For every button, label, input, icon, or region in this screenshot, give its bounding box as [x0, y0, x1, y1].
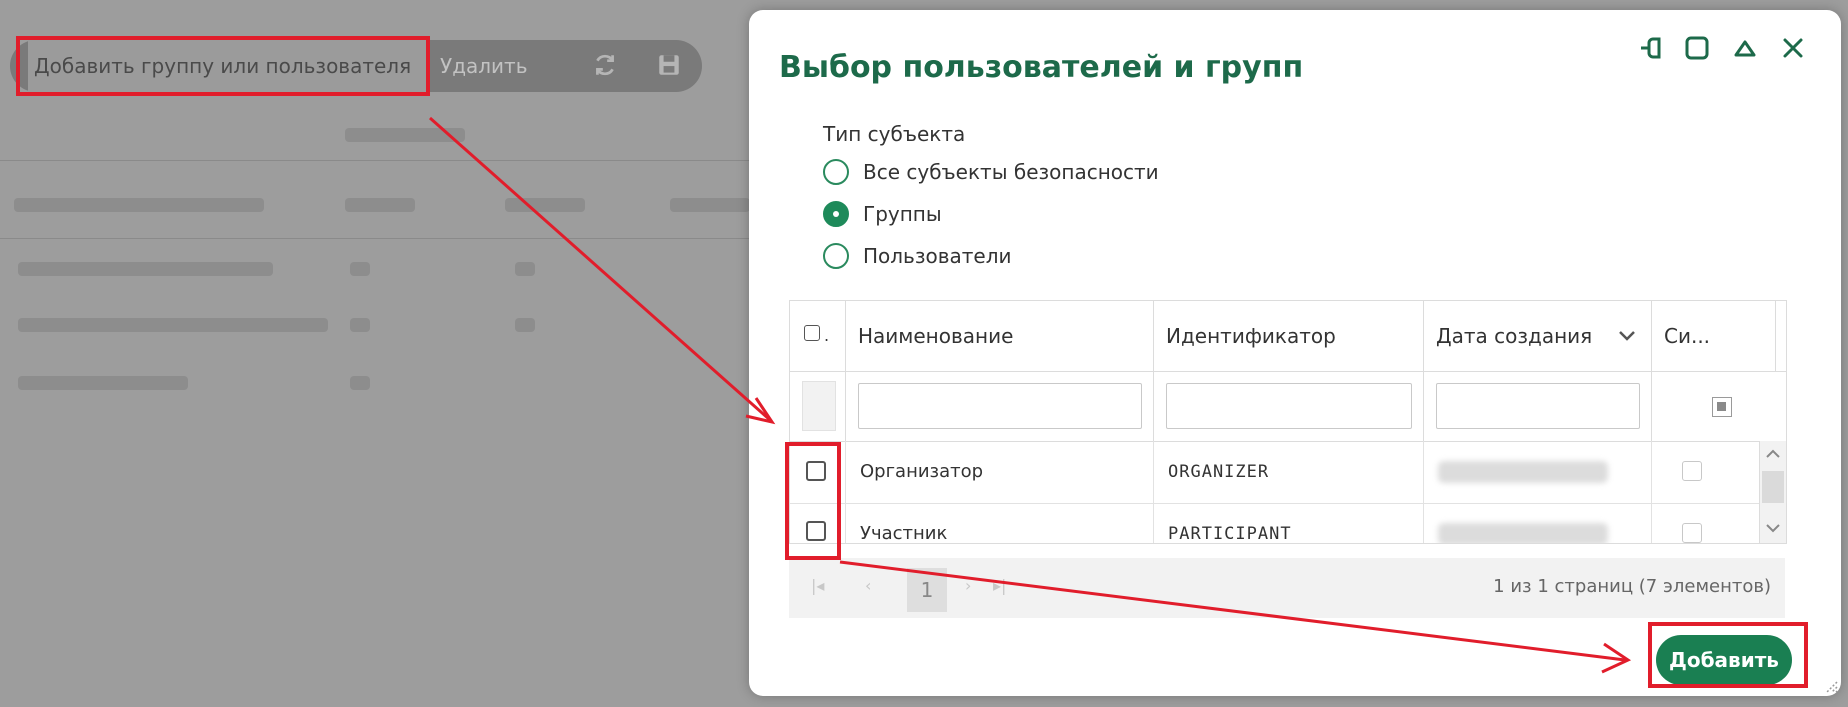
annotation-arrows — [429, 116, 1632, 674]
arrow-line — [429, 116, 771, 422]
arrow-line — [839, 560, 1626, 662]
